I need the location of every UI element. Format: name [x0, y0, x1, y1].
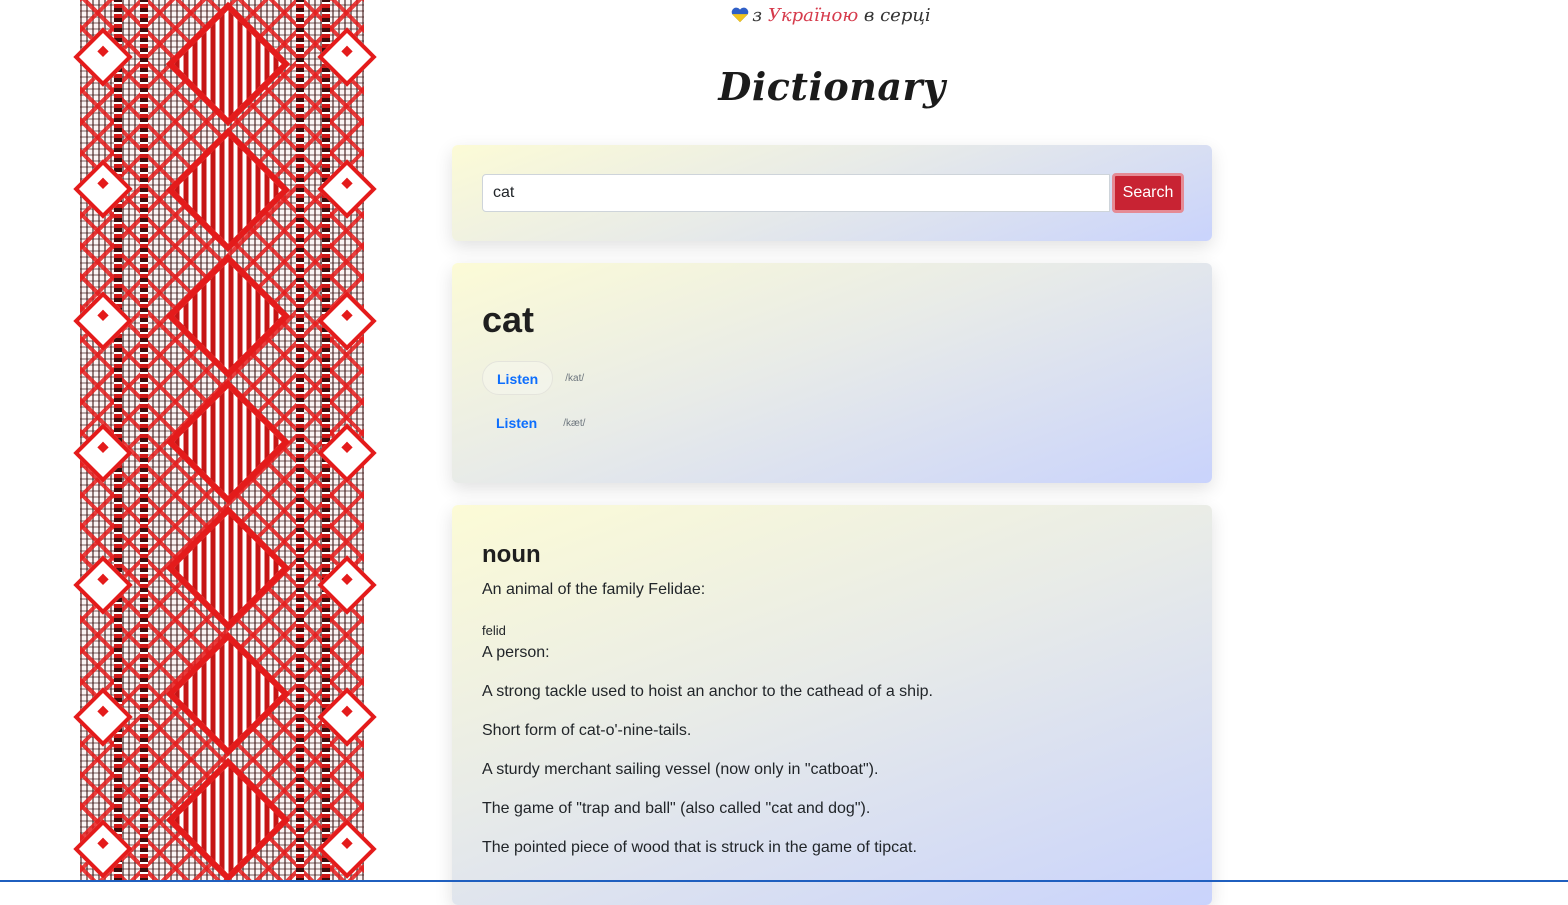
definition: A person: — [482, 644, 550, 661]
word-card: cat Listen /kat/ Listen /kæt/ — [452, 263, 1212, 483]
embroidery-ornament — [73, 0, 377, 883]
definition: Short form of cat-o'-nine-tails. — [482, 722, 692, 739]
phonetic-text: /kæt/ — [563, 417, 586, 429]
part-of-speech: noun — [482, 541, 541, 568]
listen-button[interactable]: Listen — [482, 361, 554, 395]
page-title: Dictionary — [718, 64, 946, 109]
search-input[interactable]: cat — [482, 174, 1110, 212]
ukraine-heart-icon — [732, 7, 749, 23]
meaning-card: noun An animal of the family Felidae: fe… — [452, 505, 1212, 905]
synonym: felid — [482, 623, 506, 638]
definition: An animal of the family Felidae: — [482, 581, 706, 598]
word-heading: cat — [482, 299, 535, 340]
phonetic-row: Listen /kæt/ — [482, 406, 585, 440]
definition: The game of "trap and ball" (also called… — [482, 800, 871, 817]
definition: The pointed piece of wood that is struck… — [482, 839, 917, 856]
search-card: cat Search — [452, 145, 1212, 241]
tagline-country: Україною — [767, 5, 859, 26]
tagline: з Україною в серці — [0, 5, 1568, 26]
listen-button[interactable]: Listen — [482, 406, 551, 440]
phonetic-text: /kat/ — [565, 372, 585, 384]
definition: A sturdy merchant sailing vessel (now on… — [482, 761, 879, 778]
search-button[interactable]: Search — [1112, 173, 1184, 213]
tagline-prefix: з — [752, 5, 763, 26]
definition: A strong tackle used to hoist an anchor … — [482, 683, 933, 700]
tagline-suffix: в серці — [863, 5, 931, 26]
phonetic-row: Listen /kat/ — [482, 361, 584, 395]
